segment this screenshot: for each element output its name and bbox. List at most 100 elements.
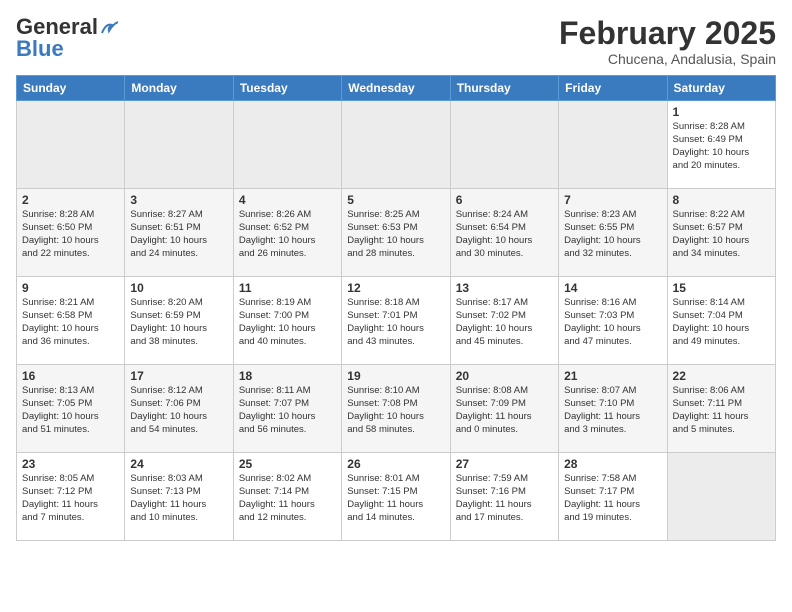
day-info: Sunrise: 8:05 AM Sunset: 7:12 PM Dayligh… [22,473,119,524]
weekday-header-cell: Saturday [667,76,775,101]
weekday-header-cell: Tuesday [233,76,341,101]
calendar-day-cell [17,101,125,189]
calendar-day-cell: 4Sunrise: 8:26 AM Sunset: 6:52 PM Daylig… [233,189,341,277]
day-number: 1 [673,105,770,119]
calendar-day-cell: 13 Sunrise: 8:17 AM Sunset: 7:02 PM Dayli… [450,277,558,365]
calendar-day-cell: 5 Sunrise: 8:25 AM Sunset: 6:53 PM Daylig… [342,189,450,277]
calendar-week-row: 1 Sunrise: 8:28 AM Sunset: 6:49 PM Daylig… [17,101,776,189]
weekday-header-cell: Wednesday [342,76,450,101]
calendar-week-row: 23 Sunrise: 8:05 AM Sunset: 7:12 PM Dayli… [17,453,776,541]
calendar-day-cell: 3 Sunrise: 8:27 AM Sunset: 6:51 PM Daylig… [125,189,233,277]
day-info: Sunrise: 8:20 AM Sunset: 6:59 PM Dayligh… [130,297,227,348]
day-info: Sunrise: 8:28 AM Sunset: 6:49 PM Dayligh… [673,121,770,172]
calendar-week-row: 9 Sunrise: 8:21 AM Sunset: 6:58 PM Daylig… [17,277,776,365]
calendar-day-cell: 15 Sunrise: 8:14 AM Sunset: 7:04 PM Dayli… [667,277,775,365]
day-info: Sunrise: 8:03 AM Sunset: 7:13 PM Dayligh… [130,473,227,524]
calendar-subtitle: Chucena, Andalusia, Spain [559,51,776,67]
day-number: 16 [22,369,119,383]
title-block: February 2025 Chucena, Andalusia, Spain [559,16,776,67]
calendar-day-cell: 1 Sunrise: 8:28 AM Sunset: 6:49 PM Daylig… [667,101,775,189]
day-number: 24 [130,457,227,471]
day-info: Sunrise: 8:02 AM Sunset: 7:14 PM Dayligh… [239,473,336,524]
calendar-day-cell: 23 Sunrise: 8:05 AM Sunset: 7:12 PM Dayli… [17,453,125,541]
day-info: Sunrise: 7:59 AM Sunset: 7:16 PM Dayligh… [456,473,553,524]
day-number: 21 [564,369,661,383]
calendar-day-cell [667,453,775,541]
calendar-day-cell [233,101,341,189]
calendar-day-cell: 2Sunrise: 8:28 AM Sunset: 6:50 PM Daylig… [17,189,125,277]
day-number: 27 [456,457,553,471]
calendar-table: SundayMondayTuesdayWednesdayThursdayFrid… [16,75,776,541]
weekday-header-cell: Friday [559,76,667,101]
day-number: 23 [22,457,119,471]
day-info: Sunrise: 8:19 AM Sunset: 7:00 PM Dayligh… [239,297,336,348]
day-number: 17 [130,369,227,383]
day-info: Sunrise: 8:08 AM Sunset: 7:09 PM Dayligh… [456,385,553,436]
day-number: 22 [673,369,770,383]
day-info: Sunrise: 7:58 AM Sunset: 7:17 PM Dayligh… [564,473,661,524]
day-number: 15 [673,281,770,295]
day-info: Sunrise: 8:17 AM Sunset: 7:02 PM Dayligh… [456,297,553,348]
day-number: 19 [347,369,444,383]
day-number: 28 [564,457,661,471]
day-info: Sunrise: 8:27 AM Sunset: 6:51 PM Dayligh… [130,209,227,260]
calendar-day-cell: 14 Sunrise: 8:16 AM Sunset: 7:03 PM Dayli… [559,277,667,365]
calendar-day-cell: 7 Sunrise: 8:23 AM Sunset: 6:55 PM Daylig… [559,189,667,277]
calendar-day-cell: 10 Sunrise: 8:20 AM Sunset: 6:59 PM Dayli… [125,277,233,365]
day-number: 25 [239,457,336,471]
calendar-day-cell: 27 Sunrise: 7:59 AM Sunset: 7:16 PM Dayli… [450,453,558,541]
page-header: General Blue February 2025 Chucena, Anda… [16,16,776,67]
day-info: Sunrise: 8:11 AM Sunset: 7:07 PM Dayligh… [239,385,336,436]
day-number: 12 [347,281,444,295]
logo: General Blue [16,16,118,60]
day-info: Sunrise: 8:21 AM Sunset: 6:58 PM Dayligh… [22,297,119,348]
calendar-day-cell: 6 Sunrise: 8:24 AM Sunset: 6:54 PM Daylig… [450,189,558,277]
day-info: Sunrise: 8:14 AM Sunset: 7:04 PM Dayligh… [673,297,770,348]
logo-bird-icon [100,21,118,35]
weekday-header-row: SundayMondayTuesdayWednesdayThursdayFrid… [17,76,776,101]
calendar-day-cell: 21Sunrise: 8:07 AM Sunset: 7:10 PM Dayli… [559,365,667,453]
calendar-day-cell: 19Sunrise: 8:10 AM Sunset: 7:08 PM Dayli… [342,365,450,453]
day-info: Sunrise: 8:23 AM Sunset: 6:55 PM Dayligh… [564,209,661,260]
day-info: Sunrise: 8:18 AM Sunset: 7:01 PM Dayligh… [347,297,444,348]
day-info: Sunrise: 8:01 AM Sunset: 7:15 PM Dayligh… [347,473,444,524]
weekday-header-cell: Sunday [17,76,125,101]
calendar-body: 1 Sunrise: 8:28 AM Sunset: 6:49 PM Daylig… [17,101,776,541]
calendar-day-cell: 25 Sunrise: 8:02 AM Sunset: 7:14 PM Dayli… [233,453,341,541]
day-info: Sunrise: 8:16 AM Sunset: 7:03 PM Dayligh… [564,297,661,348]
calendar-week-row: 16 Sunrise: 8:13 AM Sunset: 7:05 PM Dayli… [17,365,776,453]
day-number: 7 [564,193,661,207]
day-number: 18 [239,369,336,383]
calendar-day-cell [342,101,450,189]
logo-blue-text: Blue [16,38,64,60]
calendar-day-cell: 22 Sunrise: 8:06 AM Sunset: 7:11 PM Dayli… [667,365,775,453]
day-number: 11 [239,281,336,295]
logo-text: General [16,16,118,38]
calendar-day-cell [559,101,667,189]
day-number: 20 [456,369,553,383]
calendar-day-cell: 18 Sunrise: 8:11 AM Sunset: 7:07 PM Dayli… [233,365,341,453]
weekday-header-cell: Monday [125,76,233,101]
day-info: Sunrise: 8:26 AM Sunset: 6:52 PM Dayligh… [239,209,336,260]
day-number: 8 [673,193,770,207]
day-info: Sunrise: 8:24 AM Sunset: 6:54 PM Dayligh… [456,209,553,260]
day-number: 13 [456,281,553,295]
day-number: 14 [564,281,661,295]
day-info: Sunrise: 8:06 AM Sunset: 7:11 PM Dayligh… [673,385,770,436]
day-info: Sunrise: 8:13 AM Sunset: 7:05 PM Dayligh… [22,385,119,436]
day-number: 3 [130,193,227,207]
day-number: 10 [130,281,227,295]
day-info: Sunrise: 8:25 AM Sunset: 6:53 PM Dayligh… [347,209,444,260]
day-info: Sunrise: 8:12 AM Sunset: 7:06 PM Dayligh… [130,385,227,436]
day-number: 6 [456,193,553,207]
calendar-day-cell: 17 Sunrise: 8:12 AM Sunset: 7:06 PM Dayli… [125,365,233,453]
day-number: 2 [22,193,119,207]
calendar-day-cell: 24 Sunrise: 8:03 AM Sunset: 7:13 PM Dayli… [125,453,233,541]
calendar-day-cell: 11 Sunrise: 8:19 AM Sunset: 7:00 PM Dayli… [233,277,341,365]
day-number: 5 [347,193,444,207]
calendar-day-cell: 20 Sunrise: 8:08 AM Sunset: 7:09 PM Dayli… [450,365,558,453]
day-number: 9 [22,281,119,295]
day-number: 26 [347,457,444,471]
calendar-day-cell [450,101,558,189]
calendar-title: February 2025 [559,16,776,51]
